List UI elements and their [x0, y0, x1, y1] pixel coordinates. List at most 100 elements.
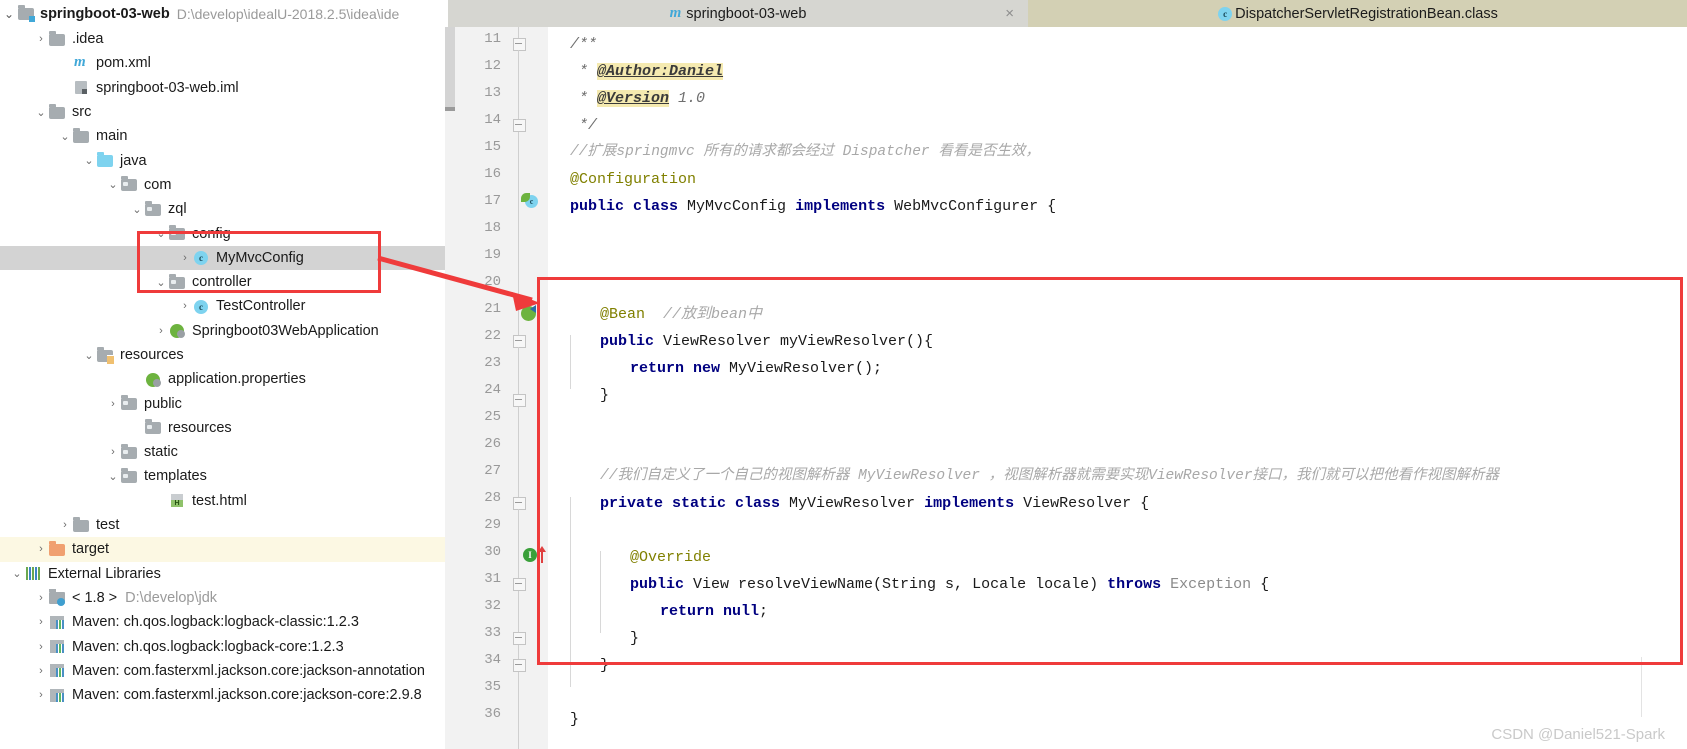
tree-twisty[interactable]: › [57, 82, 73, 94]
folder-resources-icon [97, 346, 114, 364]
tree-item-idea[interactable]: › .idea [0, 27, 445, 51]
tree-twisty[interactable]: › [33, 641, 49, 653]
tree-twisty[interactable]: › [33, 689, 49, 701]
tab-dispatcherservletregistrationbean[interactable]: c DispatcherServletRegistrationBean.clas… [1028, 0, 1687, 27]
tree-item-resources[interactable]: › resources [0, 416, 445, 440]
folder-icon [73, 516, 90, 533]
fold-marker-22[interactable] [513, 335, 526, 348]
tree-twisty[interactable]: ⌄ [153, 227, 169, 240]
tree-item-maven-com-fasterxml-jackson-core-jackson-core-2-9-8[interactable]: › Maven: com.fasterxml.jackson.core:jacks… [0, 683, 445, 707]
fold-marker-14[interactable] [513, 119, 526, 132]
tree-twisty[interactable]: ⌄ [33, 106, 49, 119]
class-gutter-icon[interactable]: c [521, 193, 538, 209]
tree-item-resources[interactable]: ⌄ resources [0, 343, 445, 367]
tree-twisty[interactable]: › [129, 373, 145, 385]
tree-twisty[interactable]: › [57, 519, 73, 531]
tree-twisty[interactable]: › [105, 398, 121, 410]
tab-label: DispatcherServletRegistrationBean.class [1235, 5, 1498, 22]
tree-item-maven-ch-qos-logback-logback-core-1-2-3[interactable]: › Maven: ch.qos.logback:logback-core:1.2.… [0, 634, 445, 658]
editor-right-margin-line [1641, 657, 1642, 717]
project-tool-window-header[interactable]: ⌄ springboot-03-web D:\develop\idealU-20… [0, 0, 448, 27]
tree-item-maven-com-fasterxml-jackson-core-jackson-annotation[interactable]: › Maven: com.fasterxml.jackson.core:jacks… [0, 659, 445, 683]
tree-twisty[interactable]: › [57, 57, 73, 69]
code-text[interactable]: /** * @Author:Daniel * @Version 1.0 */ /… [548, 27, 1687, 749]
tree-item-label: src [72, 104, 92, 121]
tree-item-label: static [144, 444, 178, 461]
code-line-24: } [600, 387, 610, 404]
code-line-31: public View resolveViewName(String s, Lo… [630, 576, 1270, 593]
tree-item-external-libraries[interactable]: ⌄ External Libraries [0, 562, 445, 586]
tree-item-springboot-03-web-iml[interactable]: › springboot-03-web.iml [0, 76, 445, 100]
tree-twisty[interactable]: › [33, 592, 49, 604]
tree-twisty[interactable]: › [33, 665, 49, 677]
code-line-28: private static class MyViewResolver impl… [600, 495, 1150, 512]
fold-marker-11[interactable] [513, 38, 526, 51]
tree-item-target[interactable]: › target [0, 537, 445, 562]
tree-twisty[interactable]: ⌄ [9, 567, 25, 580]
tree-item-application-properties[interactable]: › application.properties [0, 367, 445, 391]
fold-region-line [518, 50, 519, 120]
tree-item-java[interactable]: ⌄ java [0, 148, 445, 172]
project-root-path: D:\develop\idealU-2018.2.5\idea\ide [176, 5, 400, 22]
tree-item-templates[interactable]: ⌄ templates [0, 464, 445, 488]
tree-item-public[interactable]: › public [0, 391, 445, 415]
tree-twisty[interactable]: › [153, 325, 169, 337]
tree-item-mymvcconfig[interactable]: › c MyMvcConfig [0, 245, 445, 270]
tree-twisty[interactable]: ⌄ [81, 349, 97, 362]
tree-twisty[interactable]: › [33, 616, 49, 628]
tree-item-test-html[interactable]: › test.html [0, 489, 445, 513]
code-editor[interactable]: 11 12 13 14 15 16 17 18 19 20 21 22 23 24 25 26 27 28 29 30… [445, 27, 1687, 749]
code-line-22: public ViewResolver myViewResolver(){ [600, 333, 934, 350]
tree-item-static[interactable]: › static [0, 440, 445, 464]
fold-marker-24[interactable] [513, 394, 526, 407]
line-number-27: 27 [484, 463, 501, 479]
tree-twisty[interactable]: › [129, 422, 145, 434]
tree-twisty[interactable]: ⌄ [105, 178, 121, 191]
tree-item-config[interactable]: ⌄ config [0, 221, 445, 245]
tree-twisty[interactable]: › [33, 543, 49, 555]
tree-twisty[interactable]: › [33, 33, 49, 45]
tree-item-label: TestController [216, 298, 306, 315]
tree-item-1-8[interactable]: › < 1.8 > D:\develop\jdk [0, 586, 445, 610]
tree-twisty[interactable]: › [105, 446, 121, 458]
tree-item-main[interactable]: ⌄ main [0, 124, 445, 148]
fold-marker-28[interactable] [513, 497, 526, 510]
project-root-twisty[interactable]: ⌄ [0, 7, 18, 21]
tree-twisty[interactable]: ⌄ [57, 130, 73, 143]
tree-item-zql[interactable]: ⌄ zql [0, 197, 445, 221]
tree-twisty[interactable]: ⌄ [129, 203, 145, 216]
tree-twisty[interactable]: › [177, 252, 193, 264]
tree-item-pom-xml[interactable]: ›m pom.xml [0, 51, 445, 75]
tree-item-label: pom.xml [96, 55, 151, 72]
tree-twisty[interactable]: ⌄ [105, 470, 121, 483]
code-line-11: /** [570, 36, 598, 53]
folder-target-icon [49, 540, 66, 557]
line-number-34: 34 [484, 652, 501, 668]
tree-item-com[interactable]: ⌄ com [0, 173, 445, 197]
tree-item-maven-ch-qos-logback-logback-classic-1-2-3[interactable]: › Maven: ch.qos.logback:logback-classic:1… [0, 610, 445, 634]
tree-item-label: resources [168, 419, 232, 436]
line-number-20: 20 [484, 274, 501, 290]
code-line-15: //扩展springmvc 所有的请求都会经过 Dispatcher 看看是否生… [570, 144, 1040, 160]
folder-package-icon [145, 200, 162, 217]
bean-gutter-icon[interactable] [521, 302, 538, 321]
fold-marker-33[interactable] [513, 632, 526, 645]
tree-twisty[interactable]: › [153, 495, 169, 507]
implementing-method-gutter-icon[interactable]: I [523, 546, 551, 564]
external-libraries-icon [25, 566, 42, 581]
tree-item-testcontroller[interactable]: › c TestController [0, 294, 445, 318]
tree-item-controller[interactable]: ⌄ controller [0, 270, 445, 294]
tree-item-src[interactable]: ⌄ src [0, 100, 445, 124]
close-icon[interactable]: × [1005, 5, 1014, 22]
tree-item-test[interactable]: › test [0, 513, 445, 537]
indent-guide [570, 497, 571, 687]
tree-twisty[interactable]: ⌄ [81, 154, 97, 167]
tree-item-springboot03webapplication[interactable]: › Springboot03WebApplication [0, 319, 445, 343]
fold-marker-31[interactable] [513, 578, 526, 591]
tab-springboot-03-web[interactable]: m springboot-03-web × [448, 0, 1028, 27]
tree-twisty[interactable]: › [177, 300, 193, 312]
line-number-29: 29 [484, 517, 501, 533]
fold-marker-34[interactable] [513, 659, 526, 672]
tree-twisty[interactable]: ⌄ [153, 276, 169, 289]
project-tree[interactable]: ›.idea›mpom.xml›springboot-03-web.iml ⌄ sr… [0, 27, 445, 749]
